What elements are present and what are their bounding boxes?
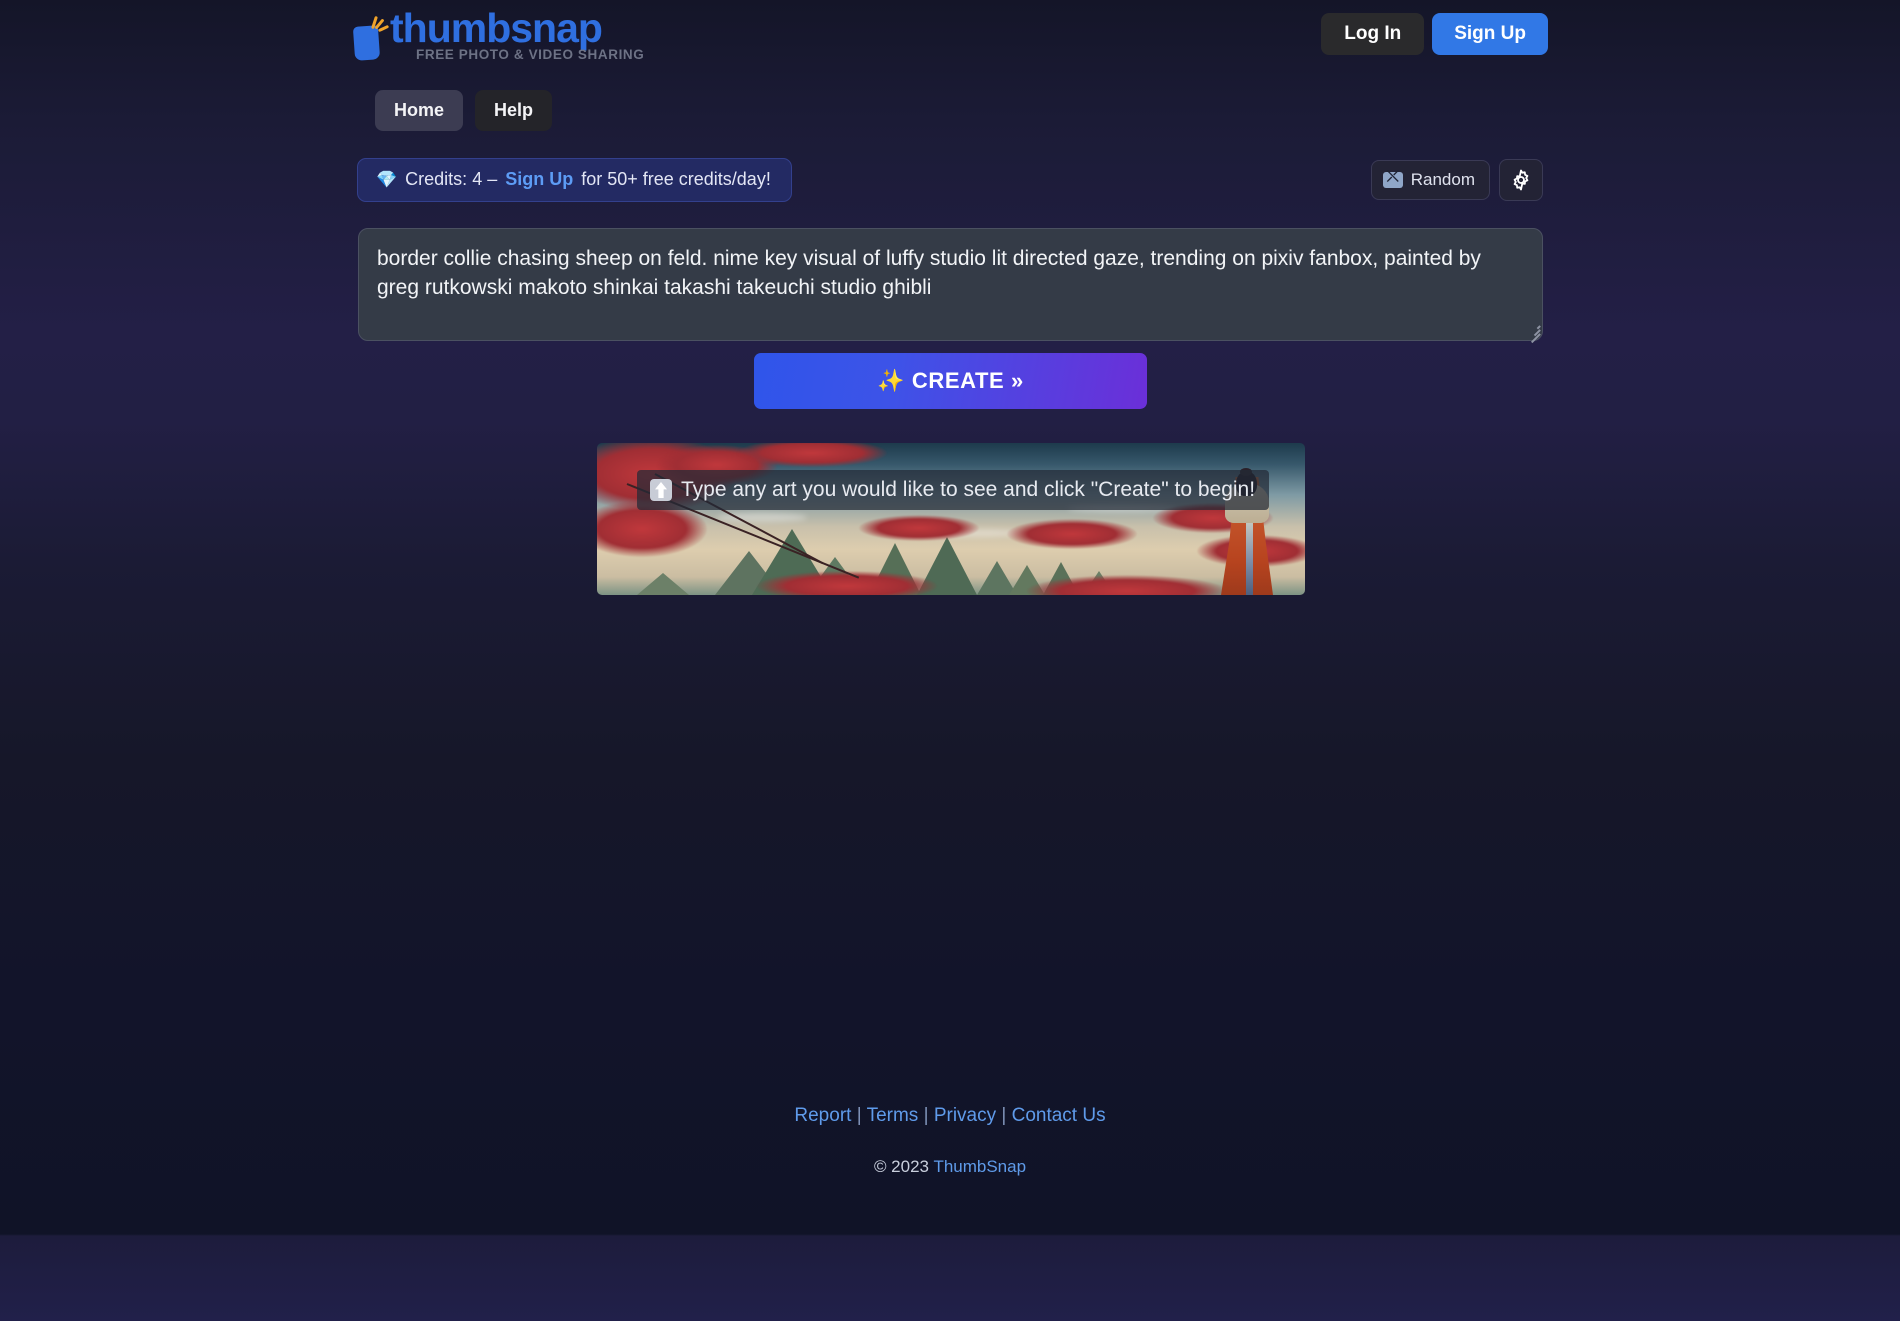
- credits-banner: 💎 Credits: 4 – Sign Up for 50+ free cred…: [357, 158, 792, 202]
- kimono-sash: [1246, 511, 1253, 595]
- credits-signup-link[interactable]: Sign Up: [505, 169, 573, 190]
- foliage: [859, 515, 979, 541]
- shuffle-icon: [1382, 168, 1403, 188]
- login-button[interactable]: Log In: [1321, 13, 1425, 55]
- credits-suffix: for 50+ free credits/day!: [581, 169, 771, 189]
- footer-link-terms[interactable]: Terms: [867, 1105, 919, 1126]
- thumbsnap-logo-icon: [352, 14, 390, 61]
- footer-copyright: © 2023 ThumbSnap: [0, 1157, 1900, 1177]
- diamond-icon: 💎: [376, 170, 398, 189]
- page-footer: Report | Terms | Privacy | Contact Us © …: [0, 1105, 1900, 1177]
- prompt-input[interactable]: [358, 228, 1543, 341]
- hero-hint-overlay: Type any art you would like to see and c…: [637, 470, 1269, 510]
- site-logo[interactable]: thumbsnap FREE PHOTO & VIDEO SHARING: [352, 6, 644, 62]
- nav-item-help[interactable]: Help: [475, 90, 553, 131]
- foliage: [1007, 519, 1137, 549]
- header-actions: Log In Sign Up: [1321, 13, 1548, 55]
- hero-preview-image[interactable]: Type any art you would like to see and c…: [597, 443, 1305, 595]
- random-label: Random: [1410, 170, 1475, 189]
- credits-row: 💎 Credits: 4 – Sign Up for 50+ free cred…: [357, 158, 1543, 202]
- logo-tagline: FREE PHOTO & VIDEO SHARING: [416, 47, 645, 62]
- footer-brand-link[interactable]: ThumbSnap: [933, 1157, 1026, 1176]
- footer-separator: |: [856, 1105, 862, 1126]
- foliage: [757, 571, 937, 595]
- settings-button[interactable]: [1499, 159, 1543, 201]
- footer-link-contact[interactable]: Contact Us: [1012, 1105, 1106, 1126]
- mountain: [637, 573, 689, 595]
- up-arrow-icon: [650, 479, 672, 501]
- signup-button[interactable]: Sign Up: [1432, 13, 1548, 55]
- footer-link-report[interactable]: Report: [794, 1105, 851, 1126]
- create-button[interactable]: ✨ CREATE »: [754, 353, 1147, 409]
- footer-separator: |: [1001, 1105, 1007, 1126]
- gear-icon: [1513, 169, 1529, 191]
- credits-text: Credits: 4 –: [405, 169, 498, 189]
- footer-separator: |: [923, 1105, 929, 1126]
- random-button[interactable]: Random: [1370, 160, 1490, 200]
- footer-links: Report | Terms | Privacy | Contact Us: [0, 1105, 1900, 1127]
- logo-wordmark: thumbsnap: [390, 5, 603, 51]
- main-nav: Home Help: [375, 90, 553, 131]
- page-header: thumbsnap FREE PHOTO & VIDEO SHARING Log…: [0, 0, 1900, 72]
- copyright-text: © 2023: [873, 1157, 930, 1176]
- footer-link-privacy[interactable]: Privacy: [934, 1105, 996, 1126]
- nav-item-home[interactable]: Home: [375, 90, 464, 131]
- hero-hint-text: Type any art you would like to see and c…: [681, 478, 1256, 501]
- prompt-tools: Random: [1370, 159, 1543, 201]
